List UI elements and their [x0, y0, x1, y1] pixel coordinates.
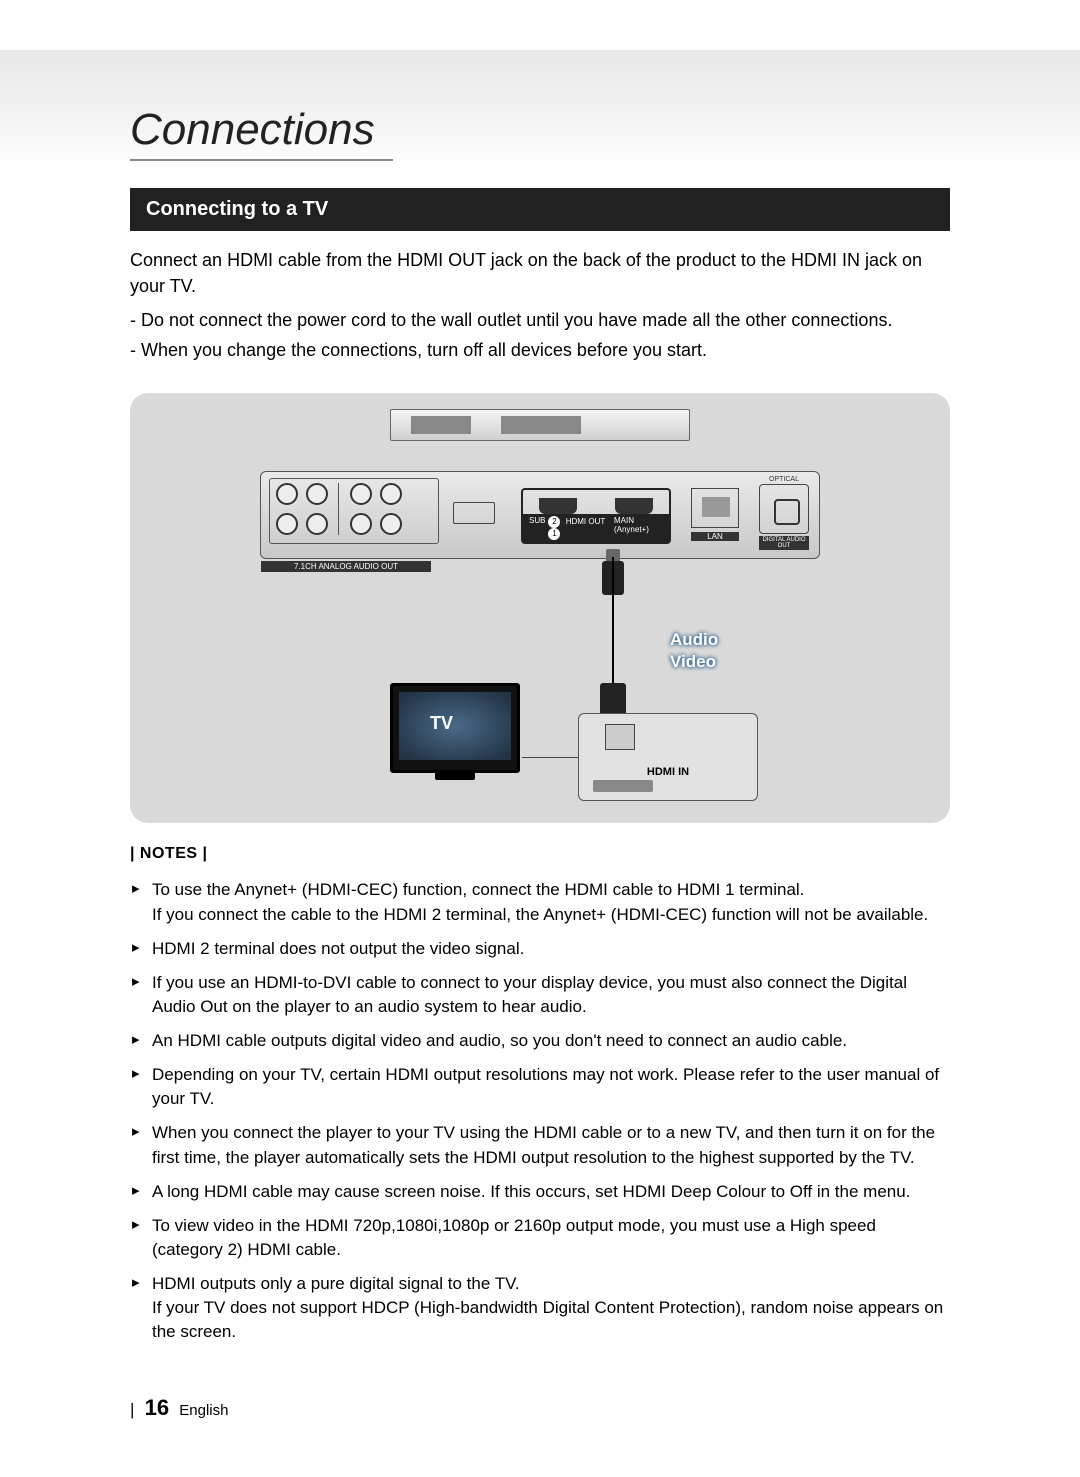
- footer-language: English: [179, 1402, 228, 1419]
- note-item: An HDMI cable outputs digital video and …: [130, 1024, 950, 1058]
- footer-divider: |: [130, 1400, 134, 1419]
- connection-diagram: 7.1CH ANALOG AUDIO OUT SUB 2 HDMI OUT 1 …: [130, 393, 950, 823]
- optical-label: OPTICAL: [759, 476, 809, 483]
- digital-audio-label: DIGITAL AUDIO OUT: [759, 536, 809, 550]
- callout-line: [522, 757, 578, 758]
- rca-jack-icon: [306, 483, 328, 505]
- note-item: To view video in the HDMI 720p,1080i,108…: [130, 1209, 950, 1267]
- hdmi-out-labelbar: SUB 2 HDMI OUT 1 MAIN (Anynet+): [523, 514, 669, 542]
- cable-signal-label: Audio Video: [670, 629, 718, 673]
- optical-port-icon: [759, 484, 809, 534]
- player-top-view-icon: [390, 409, 690, 441]
- lan-port-icon: [691, 488, 739, 528]
- analog-audio-label: 7.1CH ANALOG AUDIO OUT: [261, 561, 431, 572]
- notes-list: To use the Anynet+ (HDMI-CEC) function, …: [130, 873, 950, 1349]
- usb-port-icon: [453, 502, 495, 524]
- content-area: Connecting to a TV Connect an HDMI cable…: [0, 170, 1080, 1349]
- video-label: Video: [670, 651, 718, 673]
- section-title: Connections: [130, 105, 393, 161]
- note-item: A long HDMI cable may cause screen noise…: [130, 1175, 950, 1209]
- manual-page: Connections Connecting to a TV Connect a…: [0, 0, 1080, 1477]
- tv-icon: [390, 683, 520, 773]
- divider: [338, 483, 339, 535]
- player-rear-panel-icon: 7.1CH ANALOG AUDIO OUT SUB 2 HDMI OUT 1 …: [260, 471, 820, 559]
- intro-bullet: - When you change the connections, turn …: [130, 335, 950, 365]
- intro-bullet: - Do not connect the power cord to the w…: [130, 305, 950, 335]
- note-item: If you use an HDMI-to-DVI cable to conne…: [130, 966, 950, 1024]
- note-item: HDMI 2 terminal does not output the vide…: [130, 932, 950, 966]
- hdmi-port-icon: [615, 498, 653, 514]
- hdmi-port-number: 2: [548, 516, 560, 528]
- header-band: Connections: [0, 50, 1080, 170]
- page-footer: | 16 English: [130, 1395, 228, 1421]
- audio-label: Audio: [670, 629, 718, 651]
- rca-jack-icon: [380, 483, 402, 505]
- tv-label: TV: [430, 713, 453, 734]
- rca-jack-icon: [276, 513, 298, 535]
- rca-jack-icon: [350, 483, 372, 505]
- hdmi-sub-label: SUB: [529, 516, 545, 540]
- note-item: Depending on your TV, certain HDMI outpu…: [130, 1058, 950, 1116]
- tv-screen-icon: [399, 692, 511, 760]
- intro-paragraph: Connect an HDMI cable from the HDMI OUT …: [130, 231, 950, 305]
- sub-header-bar: Connecting to a TV: [130, 188, 950, 231]
- hdmi-port-icon: [539, 498, 577, 514]
- hdmi-out-block: SUB 2 HDMI OUT 1 MAIN (Anynet+): [521, 488, 671, 544]
- rca-jack-icon: [306, 513, 328, 535]
- notes-heading: | NOTES |: [130, 845, 950, 863]
- note-item: When you connect the player to your TV u…: [130, 1116, 950, 1174]
- page-number: 16: [145, 1395, 169, 1420]
- hdmi-in-port-icon: [605, 724, 635, 750]
- rca-jack-icon: [350, 513, 372, 535]
- rca-jack-icon: [276, 483, 298, 505]
- rca-jack-icon: [380, 513, 402, 535]
- slot-icon: [593, 780, 653, 792]
- hdmi-out-label: HDMI OUT: [566, 517, 605, 526]
- note-item: HDMI outputs only a pure digital signal …: [130, 1267, 950, 1349]
- note-item: To use the Anynet+ (HDMI-CEC) function, …: [130, 873, 950, 931]
- tv-hdmi-in-panel: HDMI IN: [578, 713, 758, 801]
- hdmi-in-label: HDMI IN: [579, 766, 757, 778]
- analog-audio-out-block: [269, 478, 439, 544]
- lan-label: LAN: [691, 532, 739, 541]
- hdmi-main-label: MAIN (Anynet+): [614, 516, 663, 540]
- hdmi-port-number: 1: [548, 528, 560, 540]
